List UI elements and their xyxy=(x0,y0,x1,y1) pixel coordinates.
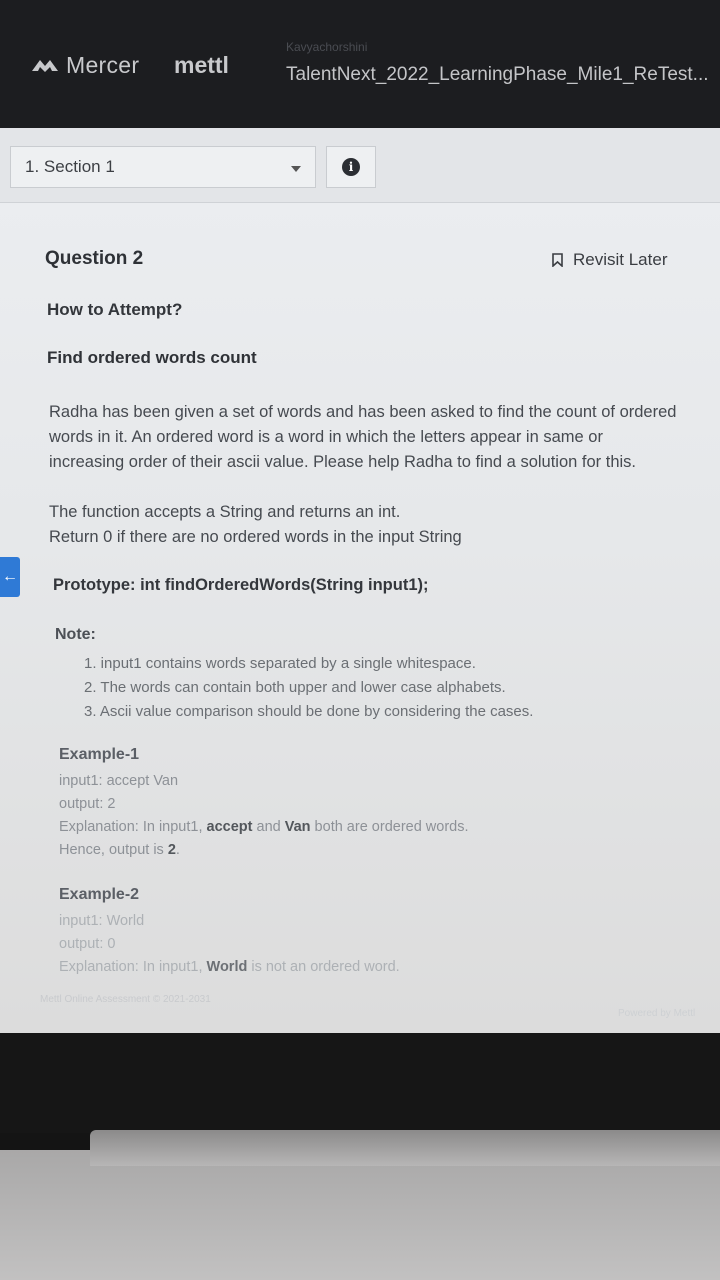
note-item: 1. input1 contains words separated by a … xyxy=(84,655,476,672)
example-input: input1: World xyxy=(59,913,145,929)
laptop-hinge xyxy=(90,1130,720,1166)
note-list: 1. input1 contains words separated by a … xyxy=(84,652,533,724)
description-line: increasing order of their ascii value. P… xyxy=(49,453,636,471)
test-title: TalentNext_2022_LearningPhase_Mile1_ReTe… xyxy=(286,64,709,85)
revisit-later-button[interactable]: Revisit Later xyxy=(552,250,667,270)
example-hence: Hence, output is 2. xyxy=(59,842,180,858)
info-button[interactable]: i xyxy=(326,146,376,188)
problem-description: Radha has been given a set of words and … xyxy=(49,400,699,475)
description-line: words in it. An ordered word is a word i… xyxy=(49,428,603,446)
note-item: 2. The words can contain both upper and … xyxy=(84,679,506,696)
side-panel-toggle[interactable]: ← xyxy=(0,557,20,597)
laptop-bezel xyxy=(0,1033,720,1133)
section-dropdown[interactable]: 1. Section 1 xyxy=(10,146,316,188)
prototype: Prototype: int findOrderedWords(String i… xyxy=(53,576,429,594)
bookmark-icon xyxy=(552,253,563,267)
mercer-brand-text: Mercer xyxy=(66,52,140,78)
footer-copyright: Mettl Online Assessment © 2021-2031 xyxy=(40,994,211,1005)
question-title: Question 2 xyxy=(45,248,144,269)
top-app-bar: Mercer mettl Kavyachorshini TalentNext_2… xyxy=(0,0,720,128)
footer-powered: Powered by Mettl xyxy=(618,1008,696,1019)
section-dropdown-value: 1. Section 1 xyxy=(25,157,115,176)
example-output: output: 0 xyxy=(59,936,116,952)
mercer-logo-icon xyxy=(32,59,58,72)
info-icon: i xyxy=(342,158,360,176)
example-input: input1: accept Van xyxy=(59,773,179,789)
candidate-name: Kavyachorshini xyxy=(286,40,368,54)
description-line: Radha has been given a set of words and … xyxy=(49,403,677,421)
revisit-later-label: Revisit Later xyxy=(573,250,668,269)
test-screen: 1. Section 1 i Question 2 Revisit Later … xyxy=(0,128,720,1033)
example-output: output: 2 xyxy=(59,796,116,812)
note-heading: Note: xyxy=(55,626,96,643)
example-explanation: Explanation: In input1, World is not an … xyxy=(59,959,400,975)
example-1-heading: Example-1 xyxy=(59,746,140,763)
function-line: The function accepts a String and return… xyxy=(49,503,401,521)
example-2-heading: Example-2 xyxy=(59,886,140,903)
problem-heading: Find ordered words count xyxy=(47,348,257,367)
example-1-body: input1: accept Van output: 2 Explanation… xyxy=(59,770,469,862)
function-line: Return 0 if there are no ordered words i… xyxy=(49,528,462,546)
mercer-logo: Mercer xyxy=(30,52,139,79)
chevron-down-icon xyxy=(291,166,301,172)
function-description: The function accepts a String and return… xyxy=(49,500,699,550)
section-bar: 1. Section 1 i xyxy=(0,128,720,203)
mettl-logo: mettl xyxy=(174,52,229,78)
laptop-base xyxy=(0,1150,720,1280)
example-2-body: input1: World output: 0 Explanation: In … xyxy=(59,910,400,979)
example-explanation: Explanation: In input1, accept and Van b… xyxy=(59,819,469,835)
how-to-attempt: How to Attempt? xyxy=(47,300,183,319)
note-item: 3. Ascii value comparison should be done… xyxy=(84,703,534,720)
